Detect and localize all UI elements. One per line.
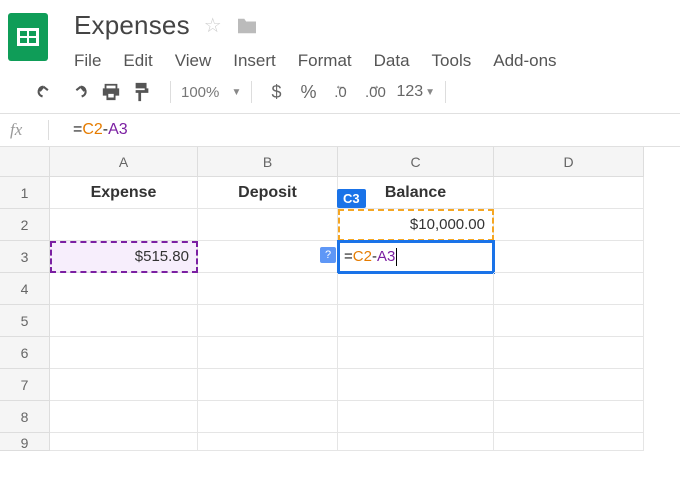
menu-bar: File Edit View Insert Format Data Tools … (74, 41, 557, 71)
cell-a3[interactable]: $515.80 (50, 241, 198, 273)
cell-c3[interactable]: ? =C2-A3 (338, 241, 494, 273)
folder-icon[interactable] (236, 17, 258, 35)
toolbar-separator (170, 81, 171, 103)
row-header-2[interactable]: 2 (0, 209, 50, 241)
star-icon[interactable]: ☆ (204, 13, 222, 38)
cell-c6[interactable] (338, 337, 494, 369)
cell-c5[interactable] (338, 305, 494, 337)
formula-bar[interactable]: fx =C2-A3 (0, 114, 680, 147)
cell-d6[interactable] (494, 337, 644, 369)
format-percent-button[interactable]: % (294, 82, 322, 103)
cell-d9[interactable] (494, 433, 644, 451)
cell-b7[interactable] (198, 369, 338, 401)
cell-d3[interactable] (494, 241, 644, 273)
cell-b6[interactable] (198, 337, 338, 369)
cell-c9[interactable] (338, 433, 494, 451)
cell-a2[interactable] (50, 209, 198, 241)
cell-c8[interactable] (338, 401, 494, 433)
col-header-d[interactable]: D (494, 147, 644, 177)
cell-c4[interactable] (338, 273, 494, 305)
toolbar-separator (445, 81, 446, 103)
row-header-5[interactable]: 5 (0, 305, 50, 337)
menu-addons[interactable]: Add-ons (493, 51, 556, 71)
cell-a6[interactable] (50, 337, 198, 369)
cell-d7[interactable] (494, 369, 644, 401)
menu-tools[interactable]: Tools (432, 51, 472, 71)
undo-icon[interactable] (36, 84, 64, 100)
paint-format-icon[interactable] (132, 81, 160, 103)
more-formats-dropdown[interactable]: 123▼ (396, 83, 435, 101)
cell-ref-badge: C3 (337, 189, 366, 208)
row-header-9[interactable]: 9 (0, 433, 50, 451)
cell-b5[interactable] (198, 305, 338, 337)
row-header-6[interactable]: 6 (0, 337, 50, 369)
sheets-logo (8, 8, 48, 62)
document-title[interactable]: Expenses (74, 10, 190, 41)
cell-b2[interactable] (198, 209, 338, 241)
cell-d1[interactable] (494, 177, 644, 209)
format-currency-button[interactable]: $ (262, 82, 290, 103)
cell-a1[interactable]: Expense (50, 177, 198, 209)
cell-a7[interactable] (50, 369, 198, 401)
fx-icon: fx (10, 120, 48, 140)
redo-icon[interactable] (68, 84, 96, 100)
cell-d4[interactable] (494, 273, 644, 305)
cell-b4[interactable] (198, 273, 338, 305)
toolbar: 100% ▼ $ % .0← .00→ 123▼ (0, 71, 680, 114)
toolbar-separator (251, 81, 252, 103)
decrease-decimal-button[interactable]: .0← (326, 84, 354, 101)
col-header-b[interactable]: B (198, 147, 338, 177)
row-header-1[interactable]: 1 (0, 177, 50, 209)
cell-a4[interactable] (50, 273, 198, 305)
row-header-7[interactable]: 7 (0, 369, 50, 401)
cell-c7[interactable] (338, 369, 494, 401)
cell-a8[interactable] (50, 401, 198, 433)
row-header-3[interactable]: 3 (0, 241, 50, 273)
menu-format[interactable]: Format (298, 51, 352, 71)
formula-help-icon[interactable]: ? (320, 247, 336, 263)
cell-b9[interactable] (198, 433, 338, 451)
col-header-a[interactable]: A (50, 147, 198, 177)
cell-a9[interactable] (50, 433, 198, 451)
cell-b3[interactable] (198, 241, 338, 273)
spreadsheet-grid: 1 2 3 4 5 6 7 8 9 A B C D Expense Deposi… (0, 147, 680, 451)
select-all-corner[interactable] (0, 147, 50, 177)
cell-d2[interactable] (494, 209, 644, 241)
zoom-dropdown[interactable]: 100% ▼ (181, 84, 241, 101)
print-icon[interactable] (100, 82, 128, 102)
row-header-4[interactable]: 4 (0, 273, 50, 305)
cell-b8[interactable] (198, 401, 338, 433)
menu-edit[interactable]: Edit (123, 51, 152, 71)
cell-d5[interactable] (494, 305, 644, 337)
row-header-8[interactable]: 8 (0, 401, 50, 433)
formula-content[interactable]: =C2-A3 (73, 121, 128, 139)
header: Expenses ☆ File Edit View Insert Format … (0, 0, 680, 71)
cell-a5[interactable] (50, 305, 198, 337)
increase-decimal-button[interactable]: .00→ (358, 84, 392, 101)
cell-c2[interactable]: C3 $10,000.00 (338, 209, 494, 241)
cell-b1[interactable]: Deposit (198, 177, 338, 209)
col-header-c[interactable]: C (338, 147, 494, 177)
menu-insert[interactable]: Insert (233, 51, 276, 71)
menu-view[interactable]: View (175, 51, 212, 71)
menu-data[interactable]: Data (374, 51, 410, 71)
menu-file[interactable]: File (74, 51, 101, 71)
cell-d8[interactable] (494, 401, 644, 433)
